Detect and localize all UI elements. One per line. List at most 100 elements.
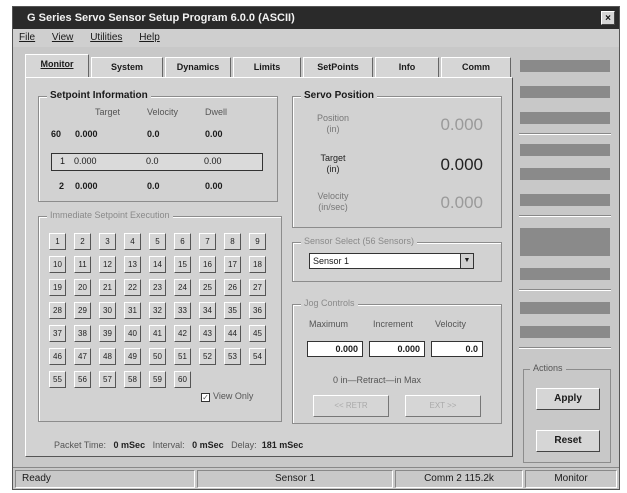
tab-limits[interactable]: Limits (233, 57, 301, 77)
reset-button[interactable]: Reset (536, 430, 600, 452)
setpoint-button[interactable]: 3 (99, 233, 116, 250)
setpoint-button[interactable]: 37 (49, 325, 66, 342)
setpoint-button[interactable]: 49 (124, 348, 141, 365)
setpoint-button[interactable]: 18 (249, 256, 266, 273)
setpoint-button[interactable]: 28 (49, 302, 66, 319)
tab-info[interactable]: Info (375, 57, 439, 77)
target-label-text: Target (320, 153, 346, 163)
sensor-select-dropdown[interactable]: Sensor 1 ▼ (309, 253, 474, 269)
side-button[interactable] (519, 301, 611, 315)
setpoint-button[interactable]: 35 (224, 302, 241, 319)
setpoint-button[interactable]: 51 (174, 348, 191, 365)
setpoint-button[interactable]: 44 (224, 325, 241, 342)
setpoint-button[interactable]: 54 (249, 348, 266, 365)
setpoint-button[interactable]: 2 (74, 233, 91, 250)
tab-dynamics[interactable]: Dynamics (165, 57, 231, 77)
view-only-checkbox[interactable]: ✓ View Only (201, 391, 253, 402)
setpoint-button[interactable]: 22 (124, 279, 141, 296)
setpoint-button[interactable]: 1 (49, 233, 66, 250)
jog-increment-input[interactable]: 0.000 (369, 341, 425, 357)
setpoint-button[interactable]: 8 (224, 233, 241, 250)
setpoint-button[interactable]: 47 (74, 348, 91, 365)
close-icon[interactable]: × (601, 11, 615, 25)
setpoint-button[interactable]: 58 (124, 371, 141, 388)
setpoint-button[interactable]: 6 (174, 233, 191, 250)
checkbox-icon[interactable]: ✓ (201, 393, 210, 402)
side-button[interactable] (519, 111, 611, 125)
setpoint-button[interactable]: 25 (199, 279, 216, 296)
setpoint-button[interactable]: 57 (99, 371, 116, 388)
setpoint-button[interactable]: 15 (174, 256, 191, 273)
setpoint-button[interactable]: 32 (149, 302, 166, 319)
setpoint-button[interactable]: 39 (99, 325, 116, 342)
setpoint-button[interactable]: 24 (174, 279, 191, 296)
setpoint-button[interactable]: 45 (249, 325, 266, 342)
setpoint-button[interactable]: 42 (174, 325, 191, 342)
setpoint-button[interactable]: 23 (149, 279, 166, 296)
setpoint-button[interactable]: 9 (249, 233, 266, 250)
setpoint-button[interactable]: 48 (99, 348, 116, 365)
chevron-down-icon[interactable]: ▼ (460, 254, 473, 268)
setpoint-button[interactable]: 56 (74, 371, 91, 388)
tab-setpoints[interactable]: SetPoints (303, 57, 373, 77)
jog-maximum-input[interactable]: 0.000 (307, 341, 363, 357)
setpoint-button[interactable]: 5 (149, 233, 166, 250)
side-button[interactable] (519, 85, 611, 99)
tab-monitor[interactable]: Monitor (25, 54, 89, 78)
setpoint-button[interactable]: 34 (199, 302, 216, 319)
setpoint-button[interactable]: 10 (49, 256, 66, 273)
setpoint-button[interactable]: 50 (149, 348, 166, 365)
setpoint-info-title: Setpoint Information (47, 90, 151, 101)
setpoint-button[interactable]: 19 (49, 279, 66, 296)
setpoint-button[interactable]: 33 (174, 302, 191, 319)
setpoint-button[interactable]: 11 (74, 256, 91, 273)
jog-retract-button[interactable]: << RETR (313, 395, 389, 417)
setpoint-button[interactable]: 38 (74, 325, 91, 342)
setpoint-button[interactable]: 59 (149, 371, 166, 388)
side-button[interactable] (519, 59, 611, 73)
setpoint-button[interactable]: 26 (224, 279, 241, 296)
setpoint-button[interactable]: 7 (199, 233, 216, 250)
setpoint-button[interactable]: 14 (149, 256, 166, 273)
apply-button[interactable]: Apply (536, 388, 600, 410)
view-only-label: View Only (213, 391, 254, 401)
setpoint-button[interactable]: 21 (99, 279, 116, 296)
setpoint-button[interactable]: 40 (124, 325, 141, 342)
menu-view[interactable]: View (52, 29, 74, 47)
setpoint-button[interactable]: 20 (74, 279, 91, 296)
setpoint-button[interactable]: 13 (124, 256, 141, 273)
side-button[interactable] (519, 227, 611, 257)
side-button[interactable] (519, 193, 611, 207)
menu-file[interactable]: File (19, 29, 35, 47)
setpoint-button[interactable]: 41 (149, 325, 166, 342)
jog-velocity-input[interactable]: 0.0 (431, 341, 483, 357)
setpoint-button[interactable]: 30 (99, 302, 116, 319)
menu-utilities[interactable]: Utilities (90, 29, 122, 47)
menu-help[interactable]: Help (139, 29, 160, 47)
setpoint-button[interactable]: 36 (249, 302, 266, 319)
setpoint-button[interactable]: 43 (199, 325, 216, 342)
immediate-setpoint-group: Immediate Setpoint Execution 1 2 3 4 5 6 7 8 9 10… (38, 210, 282, 422)
setpoint-button[interactable]: 52 (199, 348, 216, 365)
side-button[interactable] (519, 143, 611, 157)
jog-extend-button[interactable]: EXT >> (405, 395, 481, 417)
setpoint-button[interactable]: 27 (249, 279, 266, 296)
status-bar: Ready Sensor 1 Comm 2 115.2k Monitor (13, 467, 619, 489)
tab-system[interactable]: System (91, 57, 163, 77)
setpoint-button[interactable]: 46 (49, 348, 66, 365)
side-button[interactable] (519, 167, 611, 181)
setpoint-button[interactable]: 4 (124, 233, 141, 250)
tab-comm[interactable]: Comm (441, 57, 511, 77)
side-button[interactable] (519, 267, 611, 281)
setpoint-button[interactable]: 16 (199, 256, 216, 273)
setpoint-button[interactable]: 60 (174, 371, 191, 388)
setpoint-button[interactable]: 17 (224, 256, 241, 273)
setpoint-button[interactable]: 12 (99, 256, 116, 273)
interval-label: Interval: (152, 440, 185, 450)
setpoint-button[interactable]: 29 (74, 302, 91, 319)
setpoint-button[interactable]: 31 (124, 302, 141, 319)
side-button[interactable] (519, 325, 611, 339)
setpoint-button[interactable]: 55 (49, 371, 66, 388)
setpoint-row-index: 2 (59, 181, 65, 191)
setpoint-button[interactable]: 53 (224, 348, 241, 365)
